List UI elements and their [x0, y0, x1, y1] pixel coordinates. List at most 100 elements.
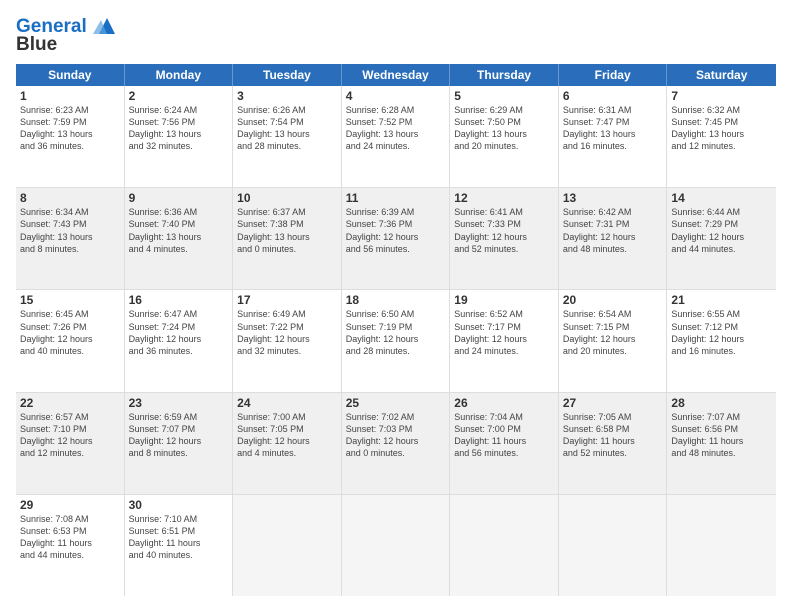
day-number: 23	[129, 396, 229, 410]
day-number: 8	[20, 191, 120, 205]
day-cell-20: 20Sunrise: 6:54 AMSunset: 7:15 PMDayligh…	[559, 290, 668, 391]
day-cell-27: 27Sunrise: 7:05 AMSunset: 6:58 PMDayligh…	[559, 393, 668, 494]
day-number: 10	[237, 191, 337, 205]
cell-info: Sunrise: 6:23 AMSunset: 7:59 PMDaylight:…	[20, 104, 120, 153]
day-cell-24: 24Sunrise: 7:00 AMSunset: 7:05 PMDayligh…	[233, 393, 342, 494]
cell-info: Sunrise: 7:02 AMSunset: 7:03 PMDaylight:…	[346, 411, 446, 460]
day-number: 9	[129, 191, 229, 205]
header-day-thursday: Thursday	[450, 64, 559, 86]
day-cell-25: 25Sunrise: 7:02 AMSunset: 7:03 PMDayligh…	[342, 393, 451, 494]
empty-cell	[559, 495, 668, 596]
day-cell-11: 11Sunrise: 6:39 AMSunset: 7:36 PMDayligh…	[342, 188, 451, 289]
day-number: 7	[671, 89, 772, 103]
day-number: 5	[454, 89, 554, 103]
day-cell-8: 8Sunrise: 6:34 AMSunset: 7:43 PMDaylight…	[16, 188, 125, 289]
cell-info: Sunrise: 6:55 AMSunset: 7:12 PMDaylight:…	[671, 308, 772, 357]
header-day-friday: Friday	[559, 64, 668, 86]
calendar-body: 1Sunrise: 6:23 AMSunset: 7:59 PMDaylight…	[16, 86, 776, 596]
cell-info: Sunrise: 6:59 AMSunset: 7:07 PMDaylight:…	[129, 411, 229, 460]
day-number: 22	[20, 396, 120, 410]
empty-cell	[233, 495, 342, 596]
header-day-sunday: Sunday	[16, 64, 125, 86]
day-cell-21: 21Sunrise: 6:55 AMSunset: 7:12 PMDayligh…	[667, 290, 776, 391]
cell-info: Sunrise: 6:50 AMSunset: 7:19 PMDaylight:…	[346, 308, 446, 357]
day-number: 11	[346, 191, 446, 205]
week-row-2: 8Sunrise: 6:34 AMSunset: 7:43 PMDaylight…	[16, 188, 776, 290]
day-number: 3	[237, 89, 337, 103]
day-cell-1: 1Sunrise: 6:23 AMSunset: 7:59 PMDaylight…	[16, 86, 125, 187]
day-number: 21	[671, 293, 772, 307]
day-number: 2	[129, 89, 229, 103]
day-cell-10: 10Sunrise: 6:37 AMSunset: 7:38 PMDayligh…	[233, 188, 342, 289]
header-day-tuesday: Tuesday	[233, 64, 342, 86]
day-cell-12: 12Sunrise: 6:41 AMSunset: 7:33 PMDayligh…	[450, 188, 559, 289]
logo-icon	[93, 16, 115, 38]
cell-info: Sunrise: 6:29 AMSunset: 7:50 PMDaylight:…	[454, 104, 554, 153]
cell-info: Sunrise: 6:42 AMSunset: 7:31 PMDaylight:…	[563, 206, 663, 255]
cell-info: Sunrise: 6:37 AMSunset: 7:38 PMDaylight:…	[237, 206, 337, 255]
cell-info: Sunrise: 6:52 AMSunset: 7:17 PMDaylight:…	[454, 308, 554, 357]
day-number: 18	[346, 293, 446, 307]
day-number: 17	[237, 293, 337, 307]
empty-cell	[342, 495, 451, 596]
cell-info: Sunrise: 6:24 AMSunset: 7:56 PMDaylight:…	[129, 104, 229, 153]
day-number: 20	[563, 293, 663, 307]
day-number: 26	[454, 396, 554, 410]
cell-info: Sunrise: 6:34 AMSunset: 7:43 PMDaylight:…	[20, 206, 120, 255]
cell-info: Sunrise: 6:41 AMSunset: 7:33 PMDaylight:…	[454, 206, 554, 255]
day-cell-6: 6Sunrise: 6:31 AMSunset: 7:47 PMDaylight…	[559, 86, 668, 187]
day-cell-9: 9Sunrise: 6:36 AMSunset: 7:40 PMDaylight…	[125, 188, 234, 289]
day-cell-18: 18Sunrise: 6:50 AMSunset: 7:19 PMDayligh…	[342, 290, 451, 391]
header: General Blue	[16, 16, 776, 56]
day-cell-15: 15Sunrise: 6:45 AMSunset: 7:26 PMDayligh…	[16, 290, 125, 391]
cell-info: Sunrise: 6:45 AMSunset: 7:26 PMDaylight:…	[20, 308, 120, 357]
day-cell-14: 14Sunrise: 6:44 AMSunset: 7:29 PMDayligh…	[667, 188, 776, 289]
day-cell-7: 7Sunrise: 6:32 AMSunset: 7:45 PMDaylight…	[667, 86, 776, 187]
day-number: 16	[129, 293, 229, 307]
day-cell-23: 23Sunrise: 6:59 AMSunset: 7:07 PMDayligh…	[125, 393, 234, 494]
cell-info: Sunrise: 6:36 AMSunset: 7:40 PMDaylight:…	[129, 206, 229, 255]
logo: General Blue	[16, 16, 115, 56]
day-number: 4	[346, 89, 446, 103]
header-day-monday: Monday	[125, 64, 234, 86]
calendar: SundayMondayTuesdayWednesdayThursdayFrid…	[16, 64, 776, 596]
week-row-5: 29Sunrise: 7:08 AMSunset: 6:53 PMDayligh…	[16, 495, 776, 596]
day-cell-4: 4Sunrise: 6:28 AMSunset: 7:52 PMDaylight…	[342, 86, 451, 187]
day-number: 14	[671, 191, 772, 205]
cell-info: Sunrise: 7:05 AMSunset: 6:58 PMDaylight:…	[563, 411, 663, 460]
cell-info: Sunrise: 6:44 AMSunset: 7:29 PMDaylight:…	[671, 206, 772, 255]
week-row-1: 1Sunrise: 6:23 AMSunset: 7:59 PMDaylight…	[16, 86, 776, 188]
day-number: 1	[20, 89, 120, 103]
cell-info: Sunrise: 6:39 AMSunset: 7:36 PMDaylight:…	[346, 206, 446, 255]
day-cell-19: 19Sunrise: 6:52 AMSunset: 7:17 PMDayligh…	[450, 290, 559, 391]
cell-info: Sunrise: 6:54 AMSunset: 7:15 PMDaylight:…	[563, 308, 663, 357]
day-cell-26: 26Sunrise: 7:04 AMSunset: 7:00 PMDayligh…	[450, 393, 559, 494]
week-row-4: 22Sunrise: 6:57 AMSunset: 7:10 PMDayligh…	[16, 393, 776, 495]
day-cell-30: 30Sunrise: 7:10 AMSunset: 6:51 PMDayligh…	[125, 495, 234, 596]
cell-info: Sunrise: 7:07 AMSunset: 6:56 PMDaylight:…	[671, 411, 772, 460]
day-number: 12	[454, 191, 554, 205]
header-day-wednesday: Wednesday	[342, 64, 451, 86]
page: General Blue SundayMondayTuesdayWednesda…	[0, 0, 792, 612]
day-cell-13: 13Sunrise: 6:42 AMSunset: 7:31 PMDayligh…	[559, 188, 668, 289]
day-cell-3: 3Sunrise: 6:26 AMSunset: 7:54 PMDaylight…	[233, 86, 342, 187]
cell-info: Sunrise: 7:08 AMSunset: 6:53 PMDaylight:…	[20, 513, 120, 562]
day-number: 27	[563, 396, 663, 410]
empty-cell	[667, 495, 776, 596]
day-cell-28: 28Sunrise: 7:07 AMSunset: 6:56 PMDayligh…	[667, 393, 776, 494]
day-number: 6	[563, 89, 663, 103]
day-number: 29	[20, 498, 120, 512]
day-cell-17: 17Sunrise: 6:49 AMSunset: 7:22 PMDayligh…	[233, 290, 342, 391]
day-cell-29: 29Sunrise: 7:08 AMSunset: 6:53 PMDayligh…	[16, 495, 125, 596]
day-number: 28	[671, 396, 772, 410]
cell-info: Sunrise: 6:32 AMSunset: 7:45 PMDaylight:…	[671, 104, 772, 153]
day-cell-2: 2Sunrise: 6:24 AMSunset: 7:56 PMDaylight…	[125, 86, 234, 187]
day-number: 19	[454, 293, 554, 307]
header-day-saturday: Saturday	[667, 64, 776, 86]
week-row-3: 15Sunrise: 6:45 AMSunset: 7:26 PMDayligh…	[16, 290, 776, 392]
cell-info: Sunrise: 6:31 AMSunset: 7:47 PMDaylight:…	[563, 104, 663, 153]
cell-info: Sunrise: 7:10 AMSunset: 6:51 PMDaylight:…	[129, 513, 229, 562]
day-number: 24	[237, 396, 337, 410]
day-number: 13	[563, 191, 663, 205]
day-number: 15	[20, 293, 120, 307]
